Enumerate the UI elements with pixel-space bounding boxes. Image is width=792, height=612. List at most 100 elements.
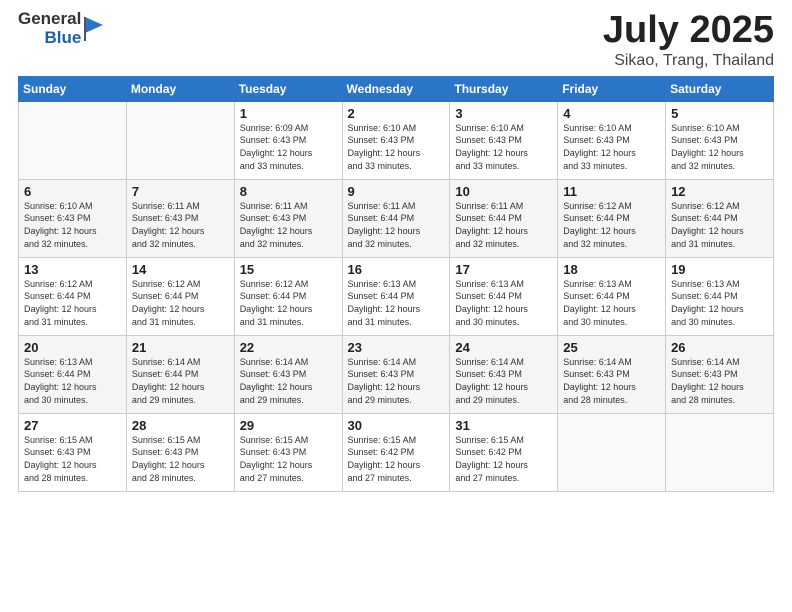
day-info: Sunrise: 6:09 AM Sunset: 6:43 PM Dayligh… xyxy=(240,122,337,172)
table-row: 30Sunrise: 6:15 AM Sunset: 6:42 PM Dayli… xyxy=(342,413,450,491)
table-row: 20Sunrise: 6:13 AM Sunset: 6:44 PM Dayli… xyxy=(19,335,127,413)
table-row: 21Sunrise: 6:14 AM Sunset: 6:44 PM Dayli… xyxy=(126,335,234,413)
day-info: Sunrise: 6:10 AM Sunset: 6:43 PM Dayligh… xyxy=(563,122,660,172)
day-info: Sunrise: 6:10 AM Sunset: 6:43 PM Dayligh… xyxy=(671,122,768,172)
day-number: 25 xyxy=(563,340,660,355)
table-row: 29Sunrise: 6:15 AM Sunset: 6:43 PM Dayli… xyxy=(234,413,342,491)
day-number: 5 xyxy=(671,106,768,121)
day-number: 24 xyxy=(455,340,552,355)
col-friday: Friday xyxy=(558,76,666,101)
day-info: Sunrise: 6:15 AM Sunset: 6:43 PM Dayligh… xyxy=(24,434,121,484)
day-number: 4 xyxy=(563,106,660,121)
day-number: 7 xyxy=(132,184,229,199)
day-number: 11 xyxy=(563,184,660,199)
calendar-week-row: 6Sunrise: 6:10 AM Sunset: 6:43 PM Daylig… xyxy=(19,179,774,257)
day-info: Sunrise: 6:15 AM Sunset: 6:43 PM Dayligh… xyxy=(240,434,337,484)
col-saturday: Saturday xyxy=(666,76,774,101)
day-info: Sunrise: 6:10 AM Sunset: 6:43 PM Dayligh… xyxy=(348,122,445,172)
table-row: 1Sunrise: 6:09 AM Sunset: 6:43 PM Daylig… xyxy=(234,101,342,179)
day-info: Sunrise: 6:11 AM Sunset: 6:43 PM Dayligh… xyxy=(132,200,229,250)
day-number: 15 xyxy=(240,262,337,277)
day-info: Sunrise: 6:15 AM Sunset: 6:42 PM Dayligh… xyxy=(348,434,445,484)
day-number: 14 xyxy=(132,262,229,277)
day-number: 2 xyxy=(348,106,445,121)
calendar-header-row: Sunday Monday Tuesday Wednesday Thursday… xyxy=(19,76,774,101)
table-row: 11Sunrise: 6:12 AM Sunset: 6:44 PM Dayli… xyxy=(558,179,666,257)
day-info: Sunrise: 6:12 AM Sunset: 6:44 PM Dayligh… xyxy=(24,278,121,328)
col-thursday: Thursday xyxy=(450,76,558,101)
table-row: 12Sunrise: 6:12 AM Sunset: 6:44 PM Dayli… xyxy=(666,179,774,257)
day-info: Sunrise: 6:14 AM Sunset: 6:43 PM Dayligh… xyxy=(455,356,552,406)
day-info: Sunrise: 6:13 AM Sunset: 6:44 PM Dayligh… xyxy=(455,278,552,328)
day-info: Sunrise: 6:14 AM Sunset: 6:43 PM Dayligh… xyxy=(348,356,445,406)
day-number: 17 xyxy=(455,262,552,277)
table-row: 24Sunrise: 6:14 AM Sunset: 6:43 PM Dayli… xyxy=(450,335,558,413)
table-row: 19Sunrise: 6:13 AM Sunset: 6:44 PM Dayli… xyxy=(666,257,774,335)
logo-general-text: General xyxy=(18,10,81,29)
day-info: Sunrise: 6:12 AM Sunset: 6:44 PM Dayligh… xyxy=(671,200,768,250)
day-number: 8 xyxy=(240,184,337,199)
title-block: July 2025 Sikao, Trang, Thailand xyxy=(603,10,774,70)
day-info: Sunrise: 6:15 AM Sunset: 6:42 PM Dayligh… xyxy=(455,434,552,484)
table-row xyxy=(126,101,234,179)
table-row: 2Sunrise: 6:10 AM Sunset: 6:43 PM Daylig… xyxy=(342,101,450,179)
day-info: Sunrise: 6:14 AM Sunset: 6:43 PM Dayligh… xyxy=(671,356,768,406)
table-row: 26Sunrise: 6:14 AM Sunset: 6:43 PM Dayli… xyxy=(666,335,774,413)
table-row xyxy=(19,101,127,179)
day-info: Sunrise: 6:10 AM Sunset: 6:43 PM Dayligh… xyxy=(24,200,121,250)
col-tuesday: Tuesday xyxy=(234,76,342,101)
table-row xyxy=(666,413,774,491)
calendar-title: July 2025 xyxy=(603,10,774,52)
table-row: 10Sunrise: 6:11 AM Sunset: 6:44 PM Dayli… xyxy=(450,179,558,257)
day-info: Sunrise: 6:11 AM Sunset: 6:43 PM Dayligh… xyxy=(240,200,337,250)
day-number: 1 xyxy=(240,106,337,121)
day-number: 12 xyxy=(671,184,768,199)
day-info: Sunrise: 6:12 AM Sunset: 6:44 PM Dayligh… xyxy=(563,200,660,250)
day-info: Sunrise: 6:13 AM Sunset: 6:44 PM Dayligh… xyxy=(24,356,121,406)
day-info: Sunrise: 6:12 AM Sunset: 6:44 PM Dayligh… xyxy=(132,278,229,328)
table-row: 16Sunrise: 6:13 AM Sunset: 6:44 PM Dayli… xyxy=(342,257,450,335)
calendar-week-row: 13Sunrise: 6:12 AM Sunset: 6:44 PM Dayli… xyxy=(19,257,774,335)
table-row: 7Sunrise: 6:11 AM Sunset: 6:43 PM Daylig… xyxy=(126,179,234,257)
calendar-week-row: 1Sunrise: 6:09 AM Sunset: 6:43 PM Daylig… xyxy=(19,101,774,179)
table-row: 28Sunrise: 6:15 AM Sunset: 6:43 PM Dayli… xyxy=(126,413,234,491)
table-row: 6Sunrise: 6:10 AM Sunset: 6:43 PM Daylig… xyxy=(19,179,127,257)
logo: General Blue xyxy=(18,10,105,47)
day-number: 22 xyxy=(240,340,337,355)
table-row: 25Sunrise: 6:14 AM Sunset: 6:43 PM Dayli… xyxy=(558,335,666,413)
day-info: Sunrise: 6:13 AM Sunset: 6:44 PM Dayligh… xyxy=(348,278,445,328)
col-sunday: Sunday xyxy=(19,76,127,101)
table-row: 17Sunrise: 6:13 AM Sunset: 6:44 PM Dayli… xyxy=(450,257,558,335)
day-number: 27 xyxy=(24,418,121,433)
col-wednesday: Wednesday xyxy=(342,76,450,101)
day-number: 23 xyxy=(348,340,445,355)
day-info: Sunrise: 6:14 AM Sunset: 6:44 PM Dayligh… xyxy=(132,356,229,406)
calendar-week-row: 20Sunrise: 6:13 AM Sunset: 6:44 PM Dayli… xyxy=(19,335,774,413)
day-number: 31 xyxy=(455,418,552,433)
table-row: 8Sunrise: 6:11 AM Sunset: 6:43 PM Daylig… xyxy=(234,179,342,257)
table-row: 23Sunrise: 6:14 AM Sunset: 6:43 PM Dayli… xyxy=(342,335,450,413)
table-row: 5Sunrise: 6:10 AM Sunset: 6:43 PM Daylig… xyxy=(666,101,774,179)
day-number: 10 xyxy=(455,184,552,199)
calendar-table: Sunday Monday Tuesday Wednesday Thursday… xyxy=(18,76,774,492)
calendar-week-row: 27Sunrise: 6:15 AM Sunset: 6:43 PM Dayli… xyxy=(19,413,774,491)
day-number: 19 xyxy=(671,262,768,277)
day-number: 18 xyxy=(563,262,660,277)
day-info: Sunrise: 6:13 AM Sunset: 6:44 PM Dayligh… xyxy=(671,278,768,328)
day-number: 30 xyxy=(348,418,445,433)
calendar-subtitle: Sikao, Trang, Thailand xyxy=(603,52,774,70)
day-number: 20 xyxy=(24,340,121,355)
table-row: 18Sunrise: 6:13 AM Sunset: 6:44 PM Dayli… xyxy=(558,257,666,335)
day-number: 21 xyxy=(132,340,229,355)
day-number: 28 xyxy=(132,418,229,433)
table-row: 4Sunrise: 6:10 AM Sunset: 6:43 PM Daylig… xyxy=(558,101,666,179)
table-row: 3Sunrise: 6:10 AM Sunset: 6:43 PM Daylig… xyxy=(450,101,558,179)
table-row xyxy=(558,413,666,491)
table-row: 13Sunrise: 6:12 AM Sunset: 6:44 PM Dayli… xyxy=(19,257,127,335)
day-info: Sunrise: 6:14 AM Sunset: 6:43 PM Dayligh… xyxy=(240,356,337,406)
table-row: 14Sunrise: 6:12 AM Sunset: 6:44 PM Dayli… xyxy=(126,257,234,335)
day-info: Sunrise: 6:15 AM Sunset: 6:43 PM Dayligh… xyxy=(132,434,229,484)
day-info: Sunrise: 6:13 AM Sunset: 6:44 PM Dayligh… xyxy=(563,278,660,328)
day-number: 3 xyxy=(455,106,552,121)
logo-blue-text: Blue xyxy=(44,29,81,48)
